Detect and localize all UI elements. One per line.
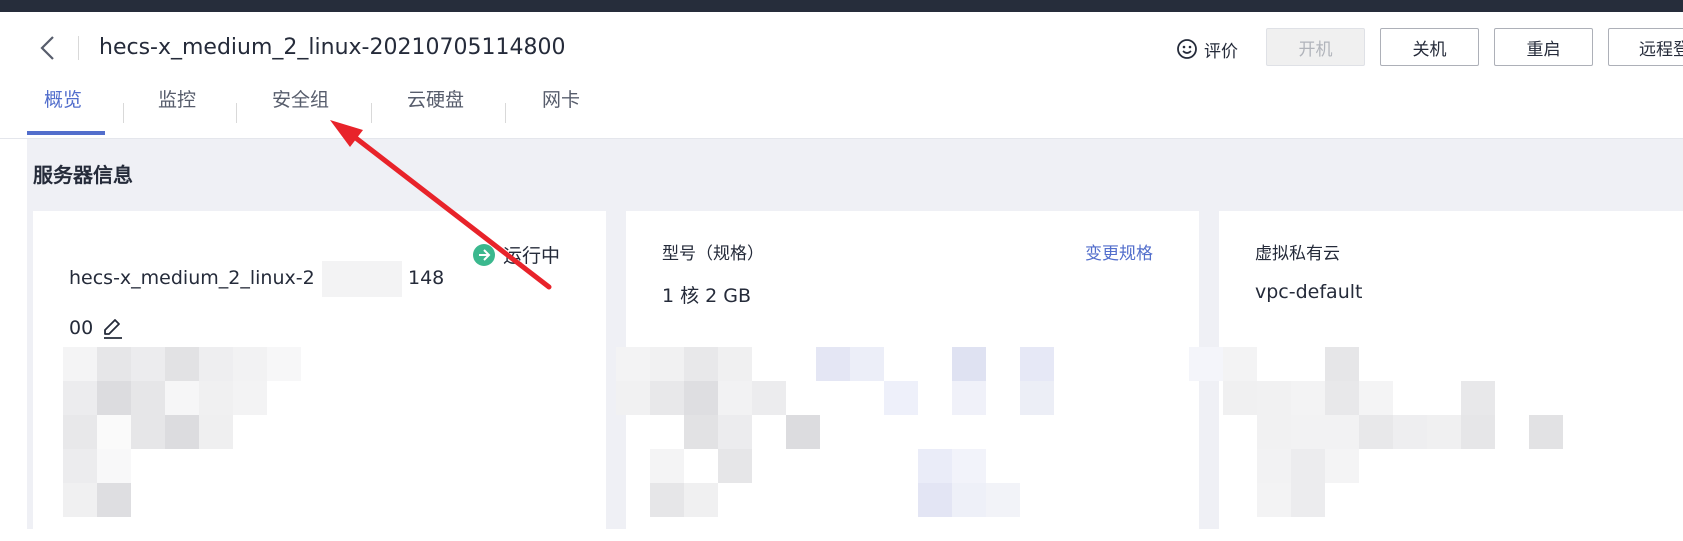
rate-button[interactable]: 评价 [1176,34,1238,64]
reboot-button[interactable]: 重启 [1494,28,1593,66]
status-text: 运行中 [503,245,561,267]
start-button[interactable]: 开机 [1266,28,1365,66]
change-spec-link[interactable]: 变更规格 [1085,239,1153,264]
section-title: 服务器信息 [33,163,133,187]
tab-separator [236,103,237,123]
spec-value: 1 核 2 GB [662,285,752,307]
redacted-area [322,261,402,297]
header-divider [78,36,79,60]
back-button[interactable] [36,32,62,64]
tab-nic[interactable]: 网卡 [542,80,580,138]
tab-monitoring[interactable]: 监控 [158,80,196,138]
tab-separator [505,103,506,123]
server-card: hecs-x_medium_2_linux-2 148 00 运行中 [33,211,606,541]
vpc-label: 虚拟私有云 [1255,244,1340,264]
tab-separator [123,103,124,123]
server-name-line1-tail: 148 [408,267,445,289]
tab-overview[interactable]: 概览 [44,80,82,138]
spec-label: 型号（规格） [662,244,764,264]
tab-bar: 概览 监控 安全组 云硬盘 网卡 [0,80,1683,139]
spec-card: 型号（规格） 变更规格 1 核 2 GB [616,211,1199,541]
server-name-line2: 00 [69,317,94,339]
rate-label: 评价 [1204,41,1238,62]
smiley-icon [1177,39,1197,59]
active-tab-indicator [27,131,105,135]
vpc-card: 虚拟私有云 vpc-default [1189,211,1683,541]
top-bar [0,0,1683,12]
main-content: 服务器信息 hecs-x_medium_2_linux-2 148 00 运行中… [27,139,1683,541]
chevron-left-icon [40,36,54,60]
running-status-icon [473,243,495,266]
vpc-value: vpc-default [1255,281,1363,303]
status-indicator: 运行中 [473,241,560,268]
server-name-line1: hecs-x_medium_2_linux-2 [69,267,315,289]
tab-security-group[interactable]: 安全组 [272,80,329,138]
tab-separator [371,103,372,123]
tab-cloud-disk[interactable]: 云硬盘 [407,80,464,138]
stop-button[interactable]: 关机 [1380,28,1479,66]
remote-login-button[interactable]: 远程登 [1608,28,1683,66]
edit-icon[interactable] [101,316,125,340]
page-header: hecs-x_medium_2_linux-20210705114800 评价 … [0,12,1683,80]
page-title: hecs-x_medium_2_linux-20210705114800 [99,35,566,60]
